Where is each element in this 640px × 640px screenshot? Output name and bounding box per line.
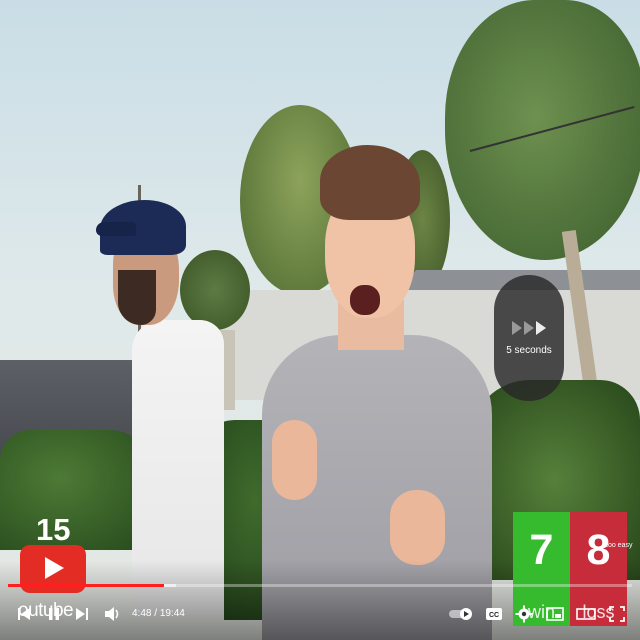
volume-icon [105,607,119,621]
autoplay-toggle-icon [449,608,472,620]
settings-button[interactable] [512,596,536,632]
theater-icon [576,608,596,620]
subscriber-count: 15 [36,512,71,547]
gear-icon [515,605,533,623]
fullscreen-button[interactable] [604,596,630,632]
previous-button[interactable] [12,596,36,632]
current-time: 4:48 [132,608,152,619]
pause-button[interactable] [42,596,66,632]
progress-bar[interactable] [8,584,632,587]
score-loss-value: 8 [586,526,611,574]
next-button[interactable] [70,596,94,632]
fullscreen-icon [609,606,625,622]
time-separator: / [154,608,158,619]
progress-buffered [164,584,177,587]
time-display: 4:48 / 19:44 [132,608,185,619]
score-win-value: 7 [529,526,554,574]
seek-forward-indicator: 5 seconds [494,275,564,401]
player-controls: 4:48 / 19:44 CC [0,596,640,636]
person-center-hair [320,145,420,220]
volume-button[interactable] [100,596,126,632]
captions-icon: CC [486,608,502,620]
miniplayer-button[interactable] [543,596,567,632]
cap-brim [96,222,136,236]
miniplayer-icon [546,607,564,621]
fast-forward-icon [512,320,546,335]
svg-text:CC: CC [489,612,499,619]
duration: 19:44 [159,608,185,619]
person-center-mouth [350,285,380,315]
autoplay-toggle[interactable] [446,596,476,632]
tree-left [180,250,250,330]
previous-icon [18,608,30,620]
pause-icon [49,608,59,620]
scoreboard-note: too easy [606,542,633,549]
hedge-left [0,430,150,550]
fist-left [272,420,317,500]
next-icon [76,608,88,620]
person-left-beard [118,270,156,325]
play-triangle-icon [45,557,64,579]
progress-played [8,584,164,587]
captions-button[interactable]: CC [482,596,506,632]
theater-button[interactable] [574,596,598,632]
seek-label: 5 seconds [506,344,552,356]
fist-right [390,490,445,565]
